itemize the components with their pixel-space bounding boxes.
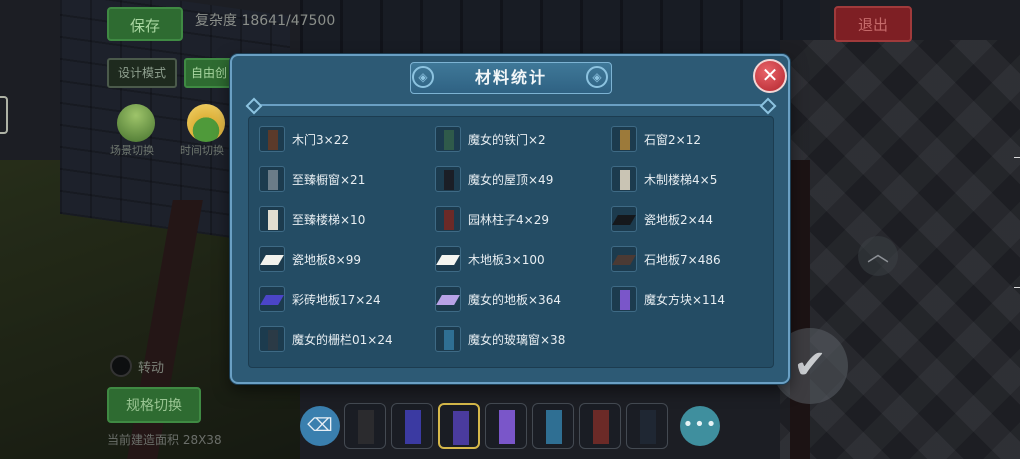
material-item: 木门3×22 xyxy=(259,124,349,154)
rotate-label: 转动 xyxy=(138,361,165,376)
slot-red-pillar[interactable] xyxy=(579,403,621,449)
edge-tick xyxy=(1014,157,1020,158)
more-icon[interactable]: ••• xyxy=(680,406,720,446)
material-item: 石窗2×12 xyxy=(611,124,701,154)
material-label: 魔女的地板×364 xyxy=(468,292,561,307)
stone-window-icon xyxy=(611,126,637,152)
display-window-icon xyxy=(259,166,285,192)
block-icon xyxy=(405,410,421,444)
scene-switch-icon[interactable] xyxy=(117,104,155,142)
block-icon xyxy=(499,410,515,444)
material-item: 至臻橱窗×21 xyxy=(259,164,365,194)
material-label: 石地板7×486 xyxy=(644,252,721,267)
slot-purple-pillar[interactable] xyxy=(438,403,480,449)
design-mode-tab[interactable]: 设计模式 xyxy=(107,58,177,88)
material-item: 魔女的铁门×2 xyxy=(435,124,546,154)
material-label: 魔女的铁门×2 xyxy=(468,132,546,147)
material-label: 魔女的栅栏01×24 xyxy=(292,332,393,347)
material-item: 石地板7×486 xyxy=(611,244,721,274)
save-button[interactable]: 保存 xyxy=(107,7,183,41)
material-label: 魔女方块×114 xyxy=(644,292,725,307)
material-item: 至臻楼梯×10 xyxy=(259,204,365,234)
time-switch-icon[interactable] xyxy=(187,104,225,142)
slot-blue-pillar[interactable] xyxy=(391,403,433,449)
rotate-toggle[interactable] xyxy=(110,355,132,377)
ornament-icon: ◈ xyxy=(586,66,608,88)
slot-fence[interactable] xyxy=(626,403,668,449)
witch-roof-icon xyxy=(435,166,461,192)
close-icon[interactable]: ✕ xyxy=(753,59,787,93)
side-panel-handle[interactable] xyxy=(0,96,8,134)
material-label: 彩砖地板17×24 xyxy=(292,292,381,307)
ornament-icon: ◈ xyxy=(412,66,434,88)
material-label: 至臻橱窗×21 xyxy=(292,172,366,187)
material-label: 瓷地板2×44 xyxy=(644,212,713,227)
tile-floor-white-icon xyxy=(259,246,285,272)
colored-tile-floor-icon xyxy=(259,286,285,312)
chevron-up-icon[interactable]: ︿ xyxy=(858,236,898,276)
scene-switch-label: 场景切换 xyxy=(110,144,154,157)
time-switch-label: 时间切换 xyxy=(180,144,224,157)
material-label: 瓷地板8×99 xyxy=(292,252,361,267)
material-item: 魔女的栅栏01×24 xyxy=(259,324,393,354)
wood-floor-icon xyxy=(435,246,461,272)
material-label: 园林柱子4×29 xyxy=(468,212,549,227)
slot-witch-block[interactable] xyxy=(485,403,527,449)
stairs-icon xyxy=(259,206,285,232)
free-create-tab[interactable]: 自由创 xyxy=(184,58,234,88)
block-icon xyxy=(358,410,374,444)
divider xyxy=(254,104,768,106)
block-icon xyxy=(546,410,562,444)
slot-glass-window[interactable] xyxy=(532,403,574,449)
iron-gate-icon xyxy=(435,126,461,152)
materials-dialog: 材料统计 ◈ ◈ ✕ 木门3×22 魔女的铁门×2 石窗2×12 至臻橱窗×21 魔女的… xyxy=(230,54,790,384)
material-label: 至臻楼梯×10 xyxy=(292,212,366,227)
dialog-title: 材料统计 xyxy=(410,62,612,94)
block-icon xyxy=(593,410,609,444)
material-item: 魔女的屋顶×49 xyxy=(435,164,553,194)
witch-glass-window-icon xyxy=(435,326,461,352)
eraser-icon[interactable]: ⌫ xyxy=(300,406,340,446)
tile-floor-black-icon xyxy=(611,206,637,232)
exit-button[interactable]: 退出 xyxy=(834,6,912,42)
hotbar: ⌫ ••• xyxy=(298,398,738,452)
edge-tick xyxy=(1014,287,1020,288)
material-item: 魔女方块×114 xyxy=(611,284,725,314)
material-item: 园林柱子4×29 xyxy=(435,204,549,234)
witch-fence-icon xyxy=(259,326,285,352)
wood-door-icon xyxy=(259,126,285,152)
witch-block-icon xyxy=(611,286,637,312)
spec-switch-button[interactable]: 规格切换 xyxy=(107,387,201,423)
material-label: 木门3×22 xyxy=(292,132,349,147)
material-item: 木地板3×100 xyxy=(435,244,545,274)
material-item: 木制楼梯4×5 xyxy=(611,164,717,194)
slot-dark-pillar[interactable] xyxy=(344,403,386,449)
block-icon xyxy=(640,410,656,444)
material-label: 木制楼梯4×5 xyxy=(644,172,718,187)
materials-list: 木门3×22 魔女的铁门×2 石窗2×12 至臻橱窗×21 魔女的屋顶×49 木制楼梯4×… xyxy=(248,116,774,368)
build-area-text: 当前建造面积 28X38 xyxy=(107,433,222,447)
material-item: 魔女的地板×364 xyxy=(435,284,561,314)
material-label: 木地板3×100 xyxy=(468,252,545,267)
garden-pillar-icon xyxy=(435,206,461,232)
material-item: 彩砖地板17×24 xyxy=(259,284,381,314)
material-label: 魔女的玻璃窗×38 xyxy=(468,332,566,347)
complexity-counter: 复杂度 18641/47500 xyxy=(195,13,336,29)
material-label: 石窗2×12 xyxy=(644,132,701,147)
wood-stairs-icon xyxy=(611,166,637,192)
stone-floor-icon xyxy=(611,246,637,272)
block-icon xyxy=(453,411,469,445)
material-label: 魔女的屋顶×49 xyxy=(468,172,554,187)
material-item: 瓷地板8×99 xyxy=(259,244,361,274)
witch-floor-icon xyxy=(435,286,461,312)
material-item: 瓷地板2×44 xyxy=(611,204,713,234)
material-item: 魔女的玻璃窗×38 xyxy=(435,324,565,354)
